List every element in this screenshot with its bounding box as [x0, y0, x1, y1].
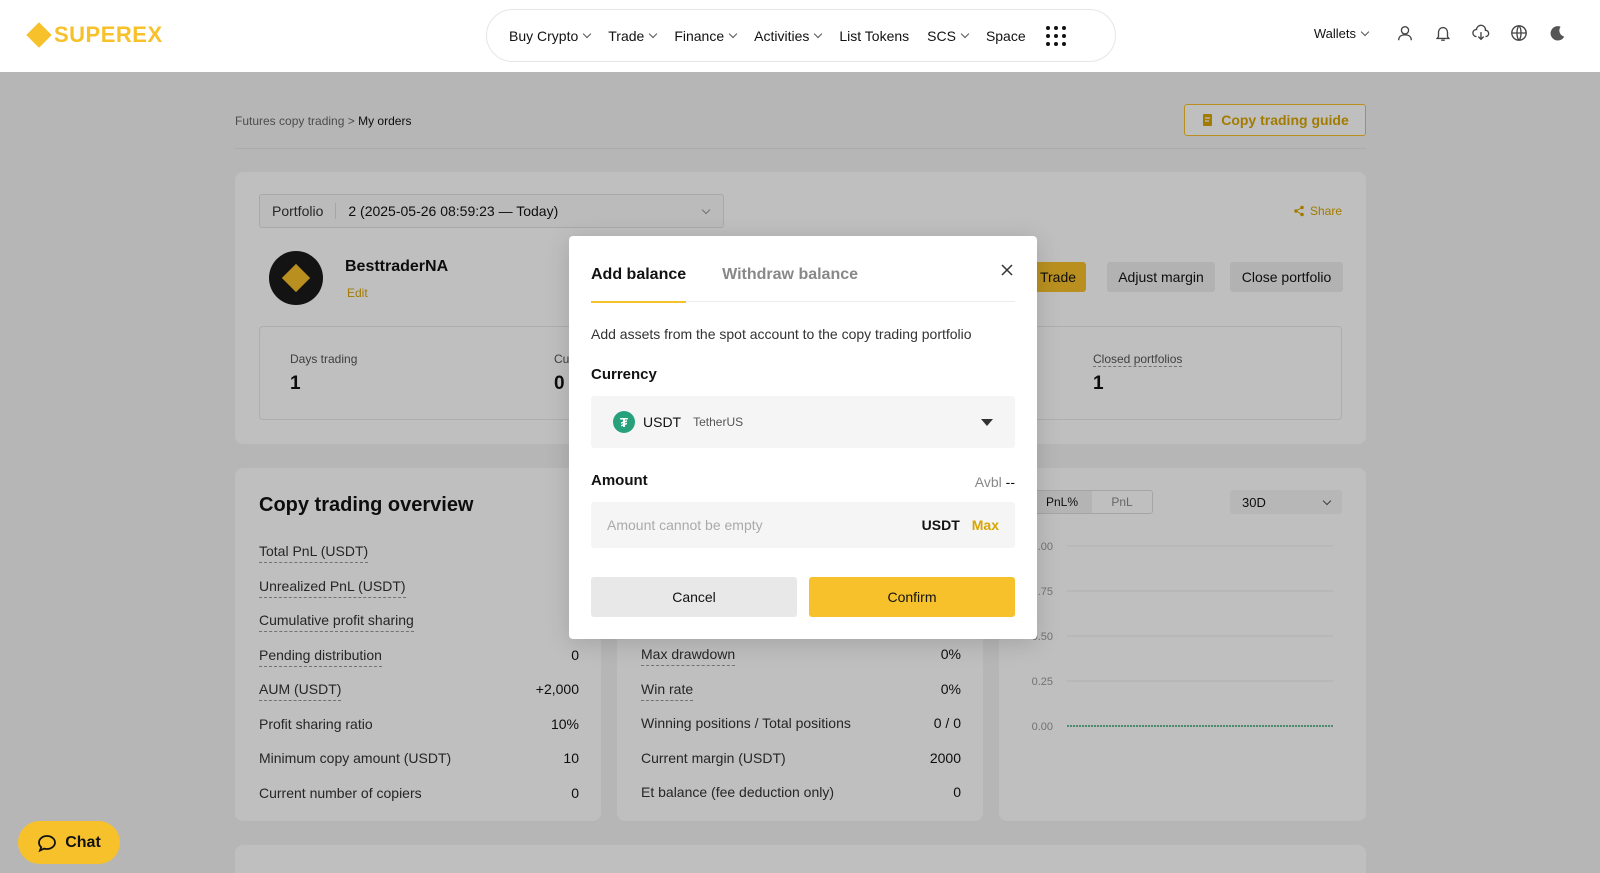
currency-code: USDT — [643, 414, 682, 430]
globe-icon[interactable] — [1510, 24, 1528, 42]
close-icon[interactable] — [999, 262, 1015, 278]
tether-icon: ₮ — [613, 411, 635, 433]
nav-trade[interactable]: Trade — [608, 27, 658, 44]
moon-icon[interactable] — [1548, 24, 1566, 42]
currency-label: Currency — [591, 366, 657, 383]
wallets-label: Wallets — [1313, 25, 1356, 41]
cancel-button[interactable]: Cancel — [591, 577, 797, 617]
tab-withdraw-balance[interactable]: Withdraw balance — [722, 266, 858, 302]
superex-logo[interactable]: SUPEREX — [26, 22, 163, 48]
modal-tabs: Add balance Withdraw balance — [591, 266, 1015, 303]
chevron-down-icon — [960, 29, 970, 39]
avbl-value: -- — [1005, 474, 1015, 490]
nav-space[interactable]: Space — [986, 28, 1026, 44]
caret-down-icon — [981, 418, 993, 426]
apps-grid-icon[interactable] — [1045, 25, 1066, 46]
chevron-down-icon — [728, 29, 738, 39]
nav-label: Space — [985, 27, 1026, 44]
header-actions: Wallets — [1314, 24, 1566, 42]
bell-icon[interactable] — [1434, 24, 1452, 42]
chevron-down-icon — [1360, 27, 1370, 36]
confirm-button[interactable]: Confirm — [809, 577, 1015, 617]
chevron-down-icon — [814, 29, 823, 39]
avbl-label: Avbl — [974, 474, 1002, 490]
main-nav: Buy Crypto Trade Finance Activities List… — [486, 9, 1116, 62]
logo-diamond-icon — [26, 22, 52, 48]
nav-label: List Tokens — [839, 27, 910, 44]
user-icon[interactable] — [1396, 24, 1414, 42]
tab-add-balance[interactable]: Add balance — [591, 266, 687, 303]
nav-buy-crypto[interactable]: Buy Crypto — [509, 27, 592, 44]
amount-unit: USDT — [921, 517, 960, 533]
amount-field-wrap: USDT Max — [591, 502, 1015, 548]
download-icon[interactable] — [1472, 24, 1490, 42]
modal-description: Add assets from the spot account to the … — [591, 326, 972, 342]
nav-finance[interactable]: Finance — [674, 27, 738, 44]
currency-name: TetherUS — [693, 415, 744, 429]
wallets-menu[interactable]: Wallets — [1313, 25, 1370, 41]
currency-select[interactable]: ₮ USDT TetherUS — [591, 396, 1015, 448]
chat-button[interactable]: Chat — [18, 821, 120, 864]
nav-label: Buy Crypto — [509, 27, 579, 44]
top-header: SUPEREX Buy Crypto Trade Finance Activit… — [0, 0, 1600, 72]
nav-list-tokens[interactable]: List Tokens — [839, 28, 909, 44]
nav-label: Finance — [674, 27, 725, 44]
chevron-down-icon — [583, 29, 592, 39]
chat-bubble-icon — [38, 834, 57, 852]
nav-label: Activities — [754, 27, 810, 44]
chat-label: Chat — [65, 833, 101, 851]
nav-scs[interactable]: SCS — [927, 27, 970, 44]
add-balance-modal: Add balance Withdraw balance Add assets … — [569, 236, 1037, 639]
nav-activities[interactable]: Activities — [754, 27, 823, 44]
amount-label: Amount — [591, 472, 648, 489]
logo-text: SUPEREX — [54, 22, 163, 47]
max-button[interactable]: Max — [972, 517, 999, 533]
chevron-down-icon — [649, 29, 658, 39]
nav-label: SCS — [927, 27, 956, 44]
available-balance: Avbl -- — [975, 474, 1015, 490]
nav-label: Trade — [608, 27, 645, 44]
amount-input[interactable] — [607, 517, 922, 533]
